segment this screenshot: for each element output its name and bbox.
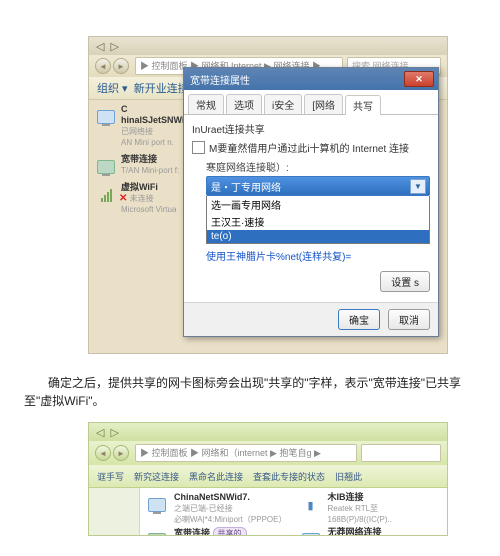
dropdown-list: 选一画专用网络 王汉王·速接 te(o) xyxy=(206,196,430,244)
toolbar-bottom: 诓手写 新究这连接 黑命名此连接 查套此专接的状态 旧翘此 xyxy=(89,465,447,488)
back-button[interactable]: ◄ xyxy=(95,445,111,461)
screenshot-bottom: ◁▷ ◄ ► ▶ 控制面板 ▶ 网络和（internet ▶ 抱笔自g ▶ 诓手… xyxy=(88,422,448,536)
tab-general[interactable]: 常规 xyxy=(188,94,224,114)
wifi-bars-icon xyxy=(95,182,117,202)
dialog-title: 宽带连接属性 xyxy=(190,72,250,87)
monitor-icon xyxy=(300,527,322,536)
window-titlebar-bottom: ◁▷ xyxy=(89,423,447,441)
list-item[interactable]: 无莽网络连接 ✕ 未连接 xyxy=(300,527,442,536)
home-network-label: 寒庭网络连接聪）: xyxy=(206,159,430,174)
breadcrumb[interactable]: ▶ 控制面板 ▶ 网络和（internet ▶ 抱笔自g ▶ xyxy=(135,444,357,462)
dropdown-option[interactable]: 王汉王·速接 xyxy=(207,213,429,230)
tab-bar: 常规 选项 i安全 [网络 共写 xyxy=(184,90,438,115)
chevron-down-icon: ▼ xyxy=(410,179,426,194)
tab-content-sharing: InUraet连接共享 M要童然借用户通过此i十算机的 Internet 连接 … xyxy=(184,115,438,302)
book-icon: ▮ xyxy=(300,492,322,512)
home-network-dropdown[interactable]: 是・丁专用网络 ▼ xyxy=(206,176,430,196)
monitor-icon xyxy=(95,154,117,174)
dropdown-option[interactable]: 选一画专用网络 xyxy=(207,196,429,213)
back-button[interactable]: ◄ xyxy=(95,58,111,74)
close-button[interactable]: ✕ xyxy=(404,71,434,87)
settings-button[interactable]: 设置 s xyxy=(380,271,430,292)
ok-button[interactable]: 确宝 xyxy=(338,309,380,330)
shared-badge: 共享的 xyxy=(213,527,247,536)
disconnected-icon: ✕ xyxy=(119,193,127,204)
tab-security[interactable]: i安全 xyxy=(264,94,302,114)
toolbar-item[interactable]: 查套此专接的状态 xyxy=(253,470,325,483)
dialog-title-bar: 宽带连接属性 ✕ xyxy=(184,68,438,90)
tab-network[interactable]: [网络 xyxy=(304,94,343,114)
sidebar-nav xyxy=(89,488,140,536)
properties-dialog: 宽带连接属性 ✕ 常规 选项 i安全 [网络 共写 InUraet连接共享 M要… xyxy=(183,67,439,337)
list-item[interactable]: 宽带连接 共享的 xyxy=(146,527,288,536)
dialog-footer: 确宝 取消 xyxy=(184,302,438,336)
list-item[interactable]: ChinaNetSNWid7. 之端已端-已经接 必喇WA|*4:Minipor… xyxy=(146,492,288,525)
screenshot-top: ◁▷ ◄ ► ▶ 控制面板 ▶ 网络和 Internet ▶ 网络连接 ▶ 搜索… xyxy=(88,36,448,354)
search-input[interactable] xyxy=(361,444,441,462)
new-connection[interactable]: 新开业连接 xyxy=(134,80,189,96)
forward-button[interactable]: ► xyxy=(113,58,129,74)
connection-list: C hinalSJetSNWidl. 已网络接 AN Mini port n. … xyxy=(89,100,191,221)
dropdown-option[interactable]: te(o) xyxy=(207,230,429,243)
list-item[interactable]: 虚拟WiFi ✕ 未连接 Microsoft Virtua xyxy=(95,182,191,215)
address-bar-bottom: ◄ ► ▶ 控制面板 ▶ 网络和（internet ▶ 抱笔自g ▶ xyxy=(89,441,447,465)
help-link[interactable]: 使用王神腊片卡%net(连样共复)= xyxy=(206,248,430,263)
allow-share-checkbox[interactable] xyxy=(192,141,205,154)
list-item[interactable]: C hinalSJetSNWidl. 已网络接 AN Mini port n. xyxy=(95,104,191,148)
allow-share-label: M要童然借用户通过此i十算机的 Internet 连接 xyxy=(209,140,409,155)
connection-column-right: ▮ 木IB连接 Reatek RTL至168B(P)/8((IC(P).. 无莽… xyxy=(294,488,448,536)
list-item[interactable]: 宽带连接 T/AN Mini-port f: xyxy=(95,154,191,176)
toolbar-item[interactable]: 新究这连接 xyxy=(134,470,179,483)
tab-options[interactable]: 选项 xyxy=(226,94,262,114)
monitor-icon xyxy=(146,492,168,512)
document-paragraph: 确定之后，提供共享的网卡图标旁会出现"共享的"字样，表示"宽带连接"已共享至"虚… xyxy=(24,374,476,410)
list-item[interactable]: ▮ 木IB连接 Reatek RTL至168B(P)/8((IC(P).. xyxy=(300,492,442,525)
monitor-icon xyxy=(146,527,168,536)
window-titlebar-top: ◁▷ xyxy=(89,37,447,55)
tab-sharing[interactable]: 共写 xyxy=(345,95,381,115)
connection-column-left: ChinaNetSNWid7. 之端已端-已经接 必喇WA|*4:Minipor… xyxy=(140,488,294,536)
toolbar-item[interactable]: 诓手写 xyxy=(97,470,124,483)
forward-button[interactable]: ► xyxy=(113,445,129,461)
toolbar-item[interactable]: 旧翘此 xyxy=(335,470,362,483)
section-label: InUraet连接共享 xyxy=(192,121,430,136)
toolbar-item[interactable]: 黑命名此连接 xyxy=(189,470,243,483)
monitor-icon xyxy=(95,104,117,124)
cancel-button[interactable]: 取消 xyxy=(388,309,430,330)
organize-menu[interactable]: 组织 ▾ xyxy=(97,80,128,96)
